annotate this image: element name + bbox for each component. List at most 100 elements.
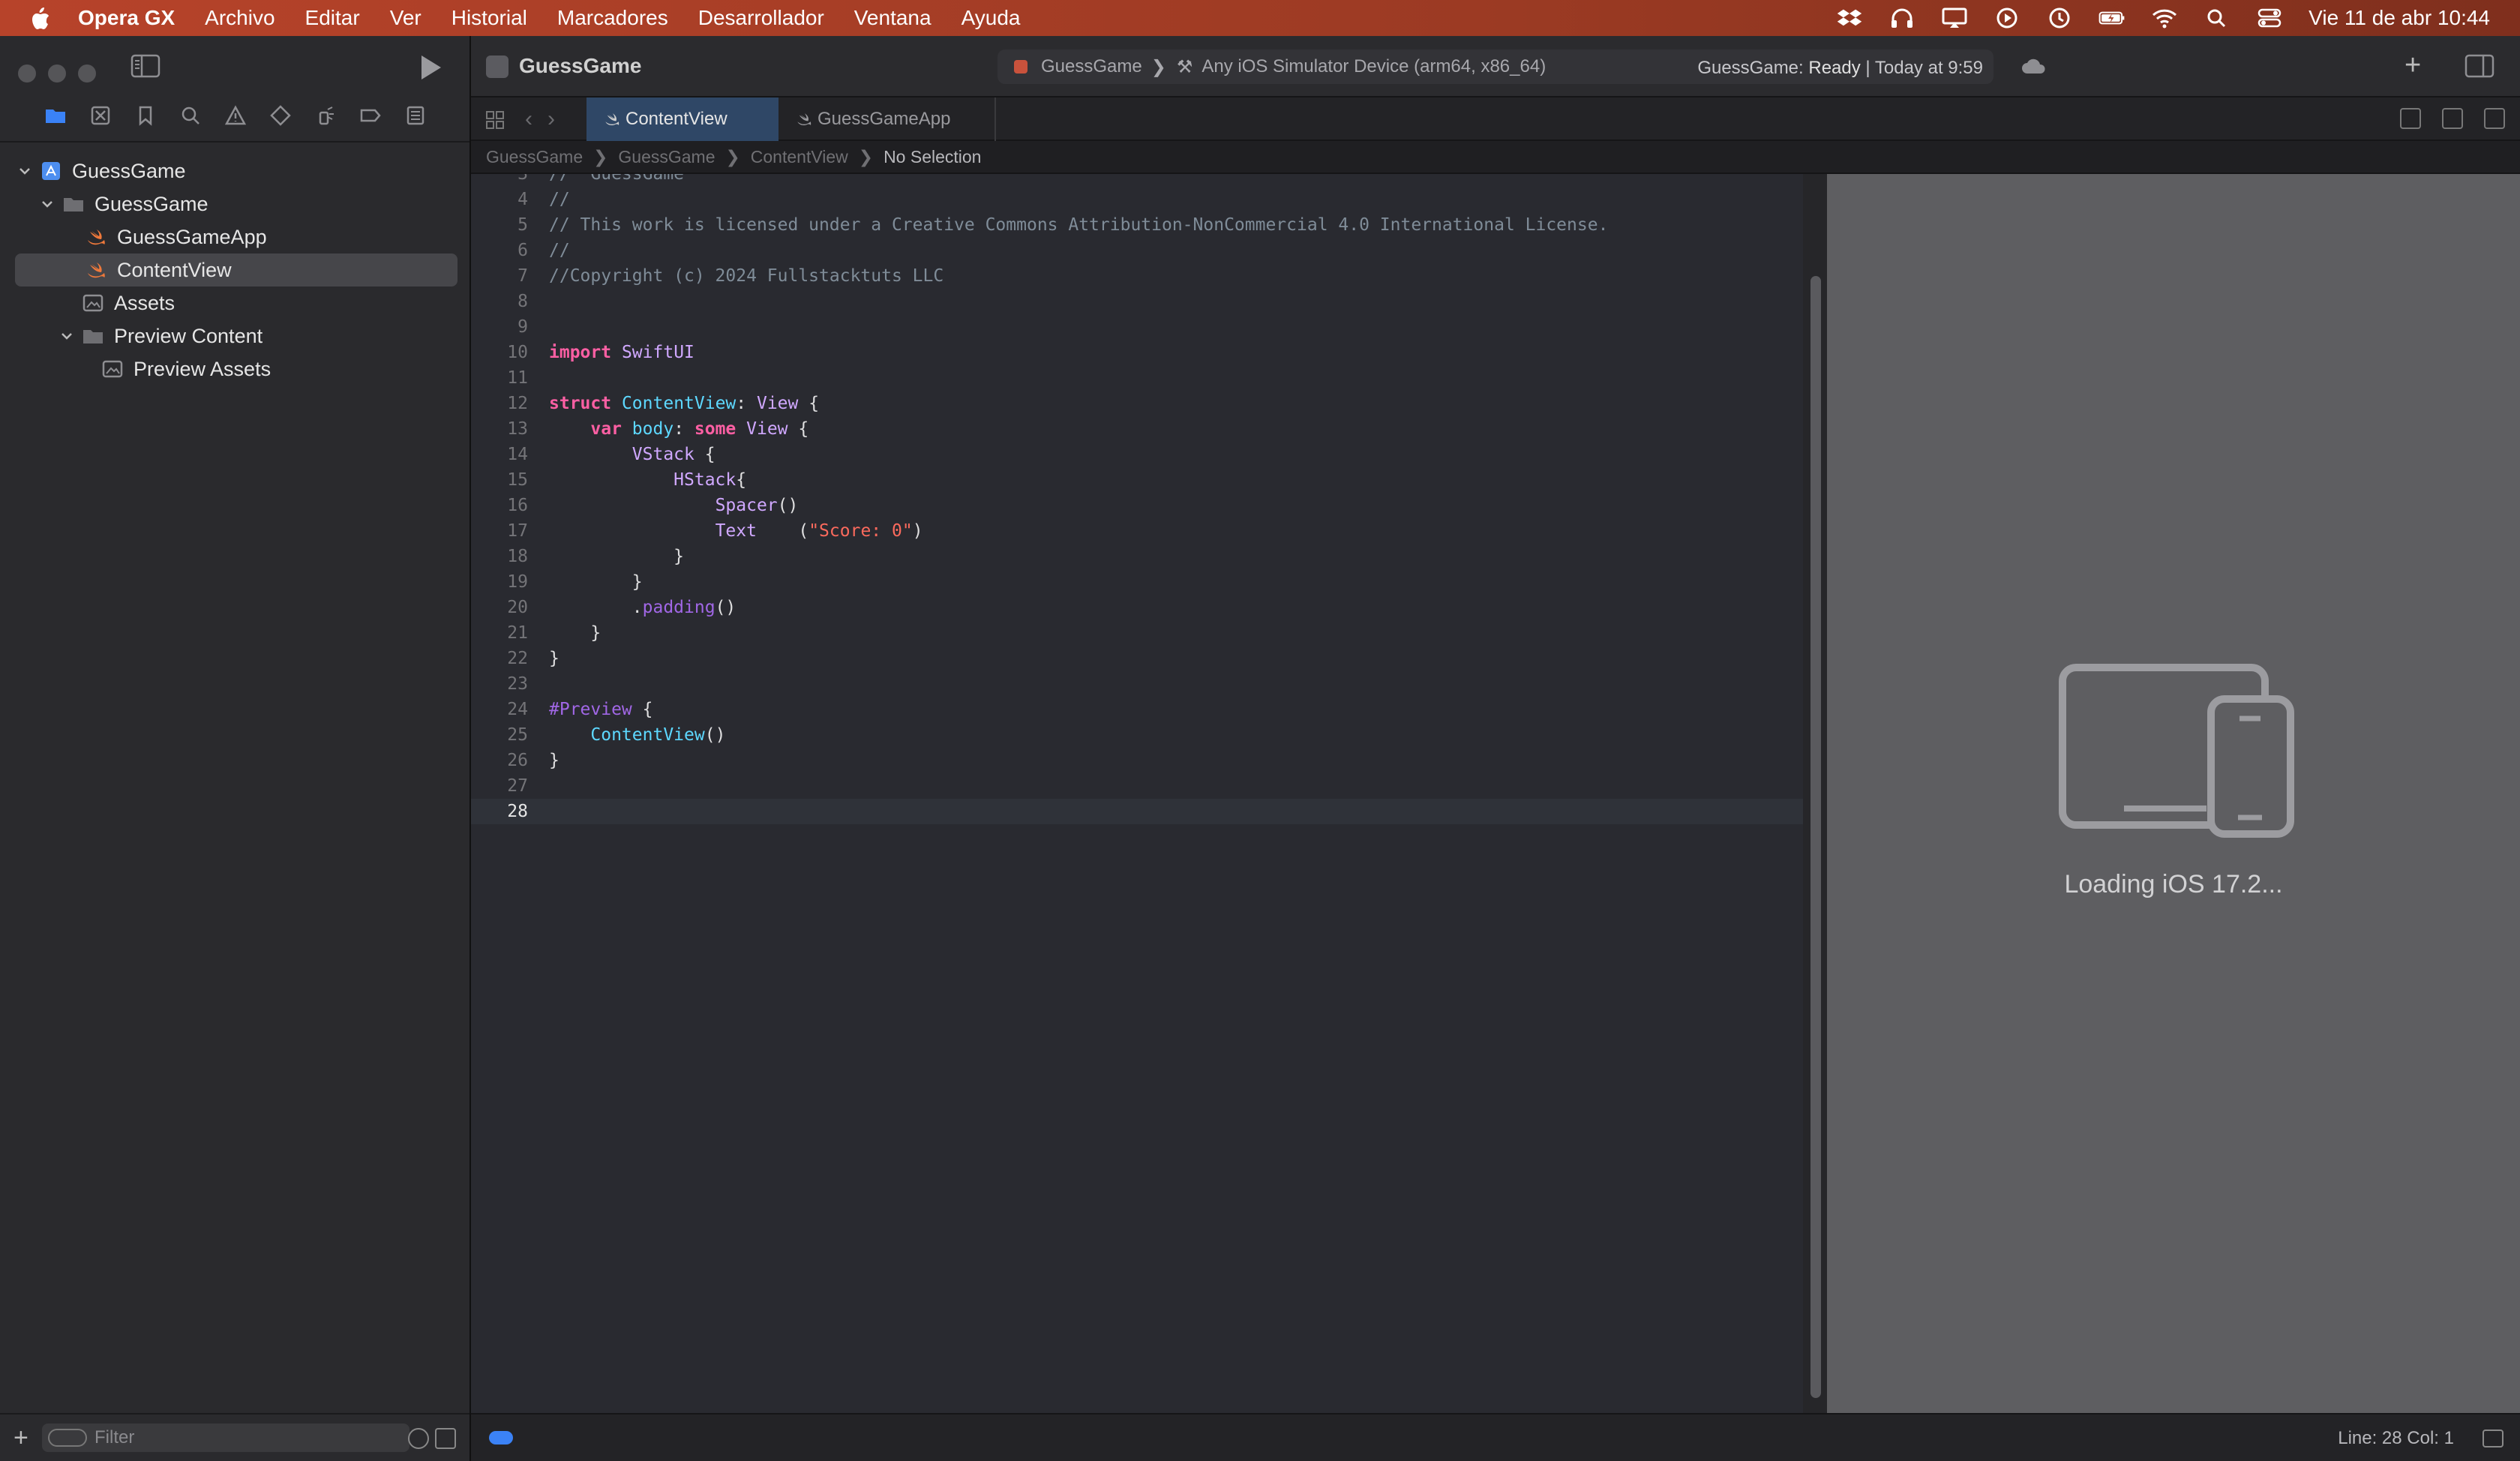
- menu-historial[interactable]: Historial: [452, 6, 527, 30]
- minimize-window-button[interactable]: [48, 64, 66, 82]
- code-line[interactable]: 16 Spacer(): [471, 493, 1803, 518]
- code-line[interactable]: 9: [471, 314, 1803, 340]
- project-navigator-folder-icon[interactable]: [42, 104, 69, 128]
- code-line[interactable]: 6 //: [471, 238, 1803, 263]
- code-line[interactable]: 26}: [471, 748, 1803, 773]
- source-editor[interactable]: 3 // GuessGame 4 // 5 // This work is license…: [471, 174, 1803, 1413]
- debug-navigator-spray-icon[interactable]: [312, 104, 339, 128]
- recent-files-clock-icon[interactable]: [408, 1428, 429, 1449]
- screen-mirroring-icon[interactable]: [1941, 7, 1968, 29]
- code-line[interactable]: 5 // This work is licensed under a Creati…: [471, 212, 1803, 238]
- code-line[interactable]: 19 }: [471, 569, 1803, 595]
- source-control-icon[interactable]: [87, 104, 114, 128]
- code-line[interactable]: 25 ContentView(): [471, 722, 1803, 748]
- code-line[interactable]: 10 import SwiftUI: [471, 340, 1803, 365]
- inspector-toggle-icon[interactable]: [2464, 54, 2494, 78]
- menu-ayuda[interactable]: Ayuda: [962, 6, 1021, 30]
- filter-icon[interactable]: [48, 1429, 87, 1447]
- tab-guessgameapp[interactable]: GuessGameApp: [778, 98, 996, 141]
- code-line[interactable]: 27: [471, 773, 1803, 799]
- breadcrumb-file[interactable]: ContentView: [751, 147, 848, 167]
- menu-archivo[interactable]: Archivo: [205, 6, 274, 30]
- code-line[interactable]: 17 Text ("Score: 0"): [471, 518, 1803, 544]
- tree-row-file-selected[interactable]: ContentView: [15, 254, 458, 286]
- scheme-selector[interactable]: GuessGame: [1041, 56, 1142, 77]
- panel-toggle-icon[interactable]: [2482, 1430, 2504, 1448]
- code-line[interactable]: 12 struct ContentView: View {: [471, 391, 1803, 416]
- code-line[interactable]: 3 // GuessGame: [471, 174, 1803, 187]
- chevron-down-icon[interactable]: [15, 161, 34, 181]
- close-window-button[interactable]: [18, 64, 36, 82]
- breadcrumb-symbol[interactable]: No Selection: [884, 147, 981, 167]
- refresh-icon[interactable]: [2400, 108, 2421, 129]
- find-navigator-search-icon[interactable]: [177, 104, 204, 128]
- tree-row-group[interactable]: GuessGame: [15, 188, 458, 220]
- cloud-icon[interactable]: [2020, 56, 2048, 78]
- menu-desarrollador[interactable]: Desarrollador: [698, 6, 824, 30]
- back-forward-arrows[interactable]: ‹›: [525, 106, 570, 132]
- tree-row-group[interactable]: Preview Content: [15, 320, 458, 352]
- dropbox-icon[interactable]: [1836, 7, 1863, 29]
- menu-editar[interactable]: Editar: [305, 6, 360, 30]
- breakpoint-navigator-tag-icon[interactable]: [357, 104, 384, 128]
- code-line[interactable]: 24 #Preview {: [471, 697, 1803, 722]
- issue-navigator-warning-icon[interactable]: [222, 104, 249, 128]
- editor-scroll-thumb[interactable]: [1810, 276, 1821, 1398]
- control-center-icon[interactable]: [2256, 7, 2283, 29]
- menu-app-name[interactable]: Opera GX: [78, 6, 175, 30]
- code-line[interactable]: 15 HStack{: [471, 467, 1803, 493]
- menu-ver[interactable]: Ver: [390, 6, 422, 30]
- code-line[interactable]: 20 .padding(): [471, 595, 1803, 620]
- code-line[interactable]: 4 //: [471, 187, 1803, 212]
- line-number: 3: [518, 174, 528, 184]
- run-play-icon[interactable]: [417, 52, 444, 82]
- menu-bar-clock[interactable]: Vie 11 de abr 10:44: [2308, 6, 2490, 30]
- adjust-editor-icon[interactable]: [2442, 108, 2463, 129]
- code-line[interactable]: 23: [471, 671, 1803, 697]
- add-file-button[interactable]: +: [14, 1425, 28, 1450]
- play-circle-icon[interactable]: [1994, 7, 2020, 29]
- tab-contentview[interactable]: ContentView: [586, 98, 778, 141]
- tree-row-assets[interactable]: Assets: [15, 286, 458, 320]
- code-line[interactable]: 22}: [471, 646, 1803, 671]
- run-destination-selector[interactable]: Any iOS Simulator Device (arm64, x86_64): [1202, 56, 1546, 77]
- split-editor-icon[interactable]: [2484, 108, 2505, 129]
- devices-icon: [2059, 664, 2294, 838]
- code-text: }: [549, 623, 602, 643]
- tree-row-project[interactable]: GuessGame: [15, 154, 458, 188]
- related-items-grid-icon[interactable]: [484, 110, 506, 130]
- code-line[interactable]: 18 }: [471, 544, 1803, 569]
- source-control-filter-icon[interactable]: [435, 1428, 456, 1449]
- code-line[interactable]: 21 }: [471, 620, 1803, 646]
- sidebar-toggle-icon[interactable]: [130, 54, 160, 78]
- breadcrumb-group[interactable]: GuessGame: [618, 147, 715, 167]
- activity-view[interactable]: GuessGame ❯ ⚒ Any iOS Simulator Device (…: [998, 50, 1994, 84]
- wifi-icon[interactable]: [2151, 7, 2178, 29]
- code-line[interactable]: 14 VStack {: [471, 442, 1803, 467]
- add-library-button[interactable]: +: [2404, 50, 2421, 82]
- chevron-down-icon[interactable]: [57, 326, 76, 346]
- breadcrumb-project[interactable]: GuessGame: [486, 147, 583, 167]
- tree-row-file[interactable]: GuessGameApp: [15, 220, 458, 254]
- test-navigator-diamond-icon[interactable]: [267, 104, 294, 128]
- spotlight-search-icon[interactable]: [2204, 7, 2230, 29]
- debug-area-toggle[interactable]: [489, 1431, 513, 1444]
- menu-marcadores[interactable]: Marcadores: [557, 6, 668, 30]
- line-number: 13: [507, 419, 528, 439]
- code-line[interactable]: 7 //Copyright (c) 2024 Fullstacktuts LLC: [471, 263, 1803, 289]
- chevron-down-icon[interactable]: [38, 194, 57, 214]
- headphones-icon[interactable]: [1888, 7, 1916, 29]
- report-navigator-list-icon[interactable]: [402, 104, 429, 128]
- tree-row-assets[interactable]: Preview Assets: [15, 352, 458, 386]
- zoom-window-button[interactable]: [78, 64, 96, 82]
- code-line[interactable]: 13 var body: some View {: [471, 416, 1803, 442]
- time-machine-icon[interactable]: [2046, 7, 2073, 29]
- apple-icon[interactable]: [28, 7, 51, 29]
- code-line[interactable]: 11: [471, 365, 1803, 391]
- code-line[interactable]: 28: [471, 799, 1803, 824]
- filter-input[interactable]: Filter: [42, 1424, 410, 1452]
- code-line[interactable]: 8: [471, 289, 1803, 314]
- bookmark-icon[interactable]: [132, 104, 159, 128]
- battery-icon[interactable]: [2098, 7, 2126, 29]
- menu-ventana[interactable]: Ventana: [854, 6, 932, 30]
